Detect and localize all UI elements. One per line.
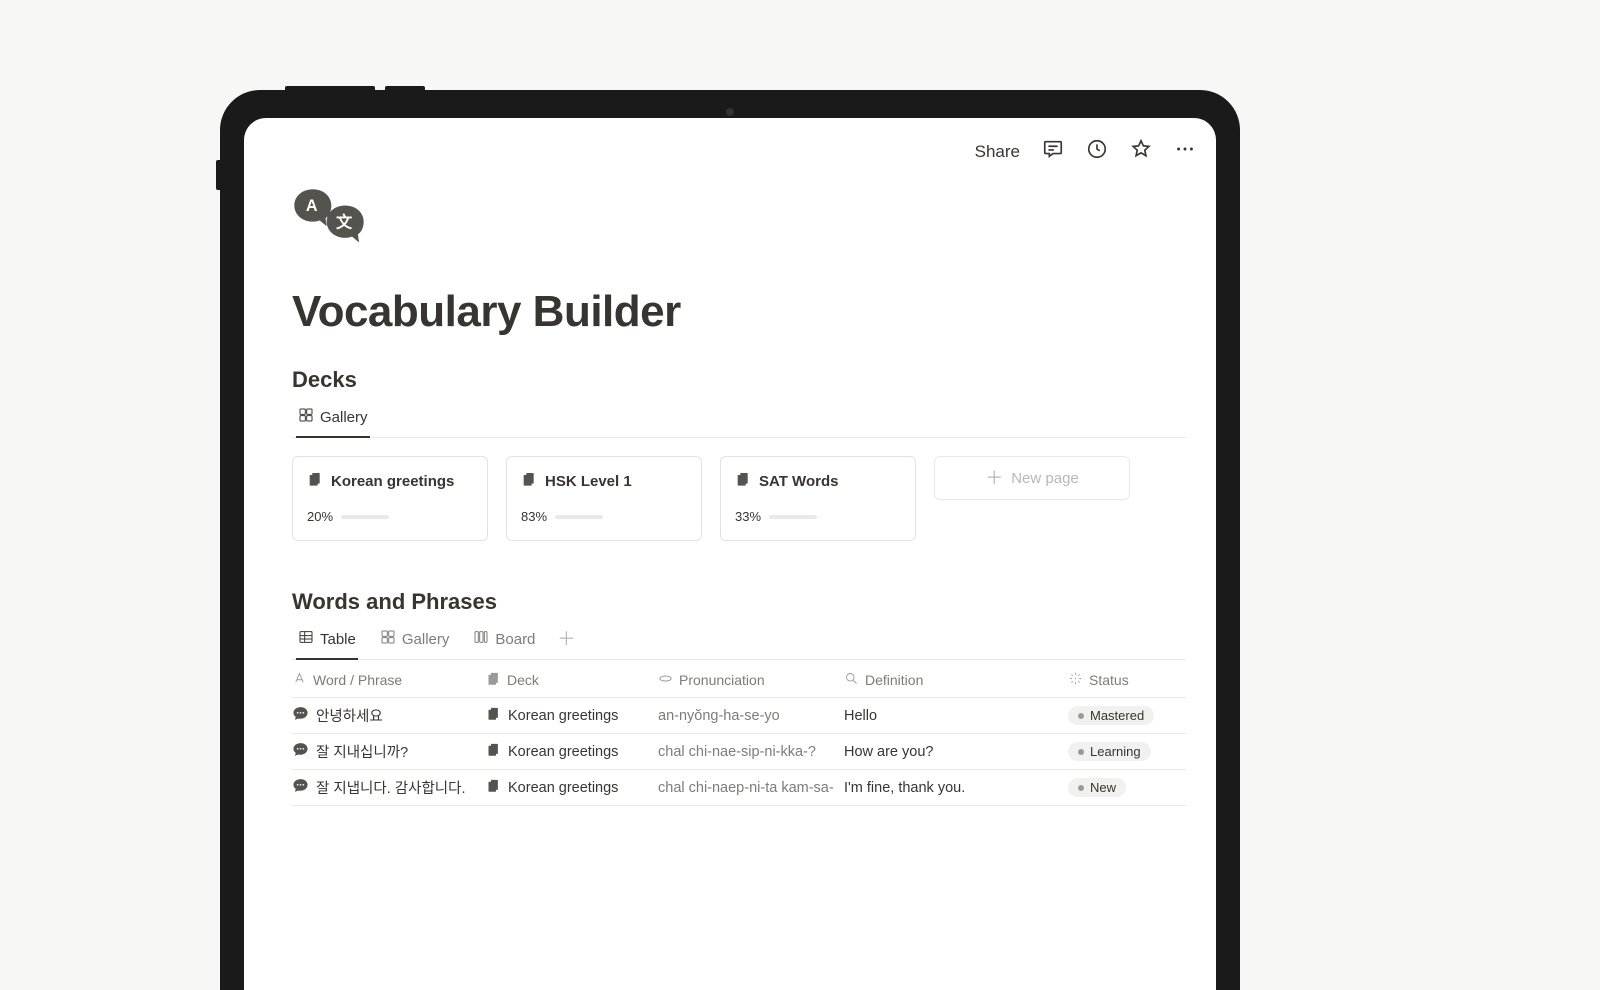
- words-view-tabs: Table Gallery Board ＋: [292, 629, 1186, 660]
- tab-label: Gallery: [320, 409, 368, 426]
- table-icon: [298, 629, 314, 649]
- status-label: Mastered: [1090, 708, 1144, 723]
- col-header-definition[interactable]: Definition: [844, 671, 1068, 689]
- gallery-icon: [298, 407, 314, 427]
- comments-icon[interactable]: [1042, 138, 1064, 165]
- chat-icon: [292, 777, 309, 798]
- col-header-word[interactable]: Word / Phrase: [292, 671, 486, 689]
- decks-heading: Decks: [292, 367, 1186, 393]
- add-view-button[interactable]: ＋: [557, 630, 575, 648]
- deck-icon: [486, 742, 501, 761]
- deck-percent: 83%: [521, 509, 547, 524]
- more-icon[interactable]: [1174, 138, 1196, 165]
- chat-icon: [292, 705, 309, 726]
- deck-title: Korean greetings: [331, 473, 454, 490]
- tab-table[interactable]: Table: [296, 629, 358, 649]
- tab-board[interactable]: Board: [471, 629, 537, 649]
- progress-bar: [769, 515, 817, 519]
- search-icon: [844, 671, 859, 689]
- word-text: 안녕하세요: [316, 705, 383, 726]
- page-content: A 文 Vocabulary Builder Decks Gallery: [292, 186, 1186, 806]
- deck-icon: [521, 471, 537, 491]
- table-header-row: Word / Phrase Deck Pronunciation Definit…: [292, 662, 1186, 698]
- deck-card-korean-greetings[interactable]: Korean greetings 20%: [292, 456, 488, 541]
- history-icon[interactable]: [1086, 138, 1108, 165]
- status-label: New: [1090, 780, 1116, 795]
- word-text: 잘 지냅니다. 감사합니다.: [316, 777, 466, 798]
- tablet-frame: Share A 文 Vocab: [220, 90, 1240, 990]
- tab-gallery[interactable]: Gallery: [378, 629, 452, 649]
- status-badge[interactable]: New: [1068, 778, 1126, 797]
- deck-percent: 20%: [307, 509, 333, 524]
- table-row[interactable]: 잘 지냅니다. 감사합니다. Korean greetings chal chi…: [292, 770, 1186, 806]
- definition-text: How are you?: [844, 744, 933, 760]
- plus-icon: ＋: [985, 469, 1003, 487]
- status-badge[interactable]: Mastered: [1068, 706, 1154, 725]
- pronunciation-text: chal chi-nae-sip-ni-kka-?: [658, 744, 816, 760]
- col-header-label: Definition: [865, 672, 923, 688]
- deck-icon: [486, 778, 501, 797]
- text-icon: [292, 671, 307, 689]
- deck-icon: [486, 671, 501, 689]
- pronunciation-text: chal chi-naep-ni-ta kam-sa-: [658, 780, 834, 796]
- decks-gallery: Korean greetings 20% HSK Level 1 83%: [292, 456, 1186, 541]
- tablet-camera: [726, 108, 734, 116]
- word-text: 잘 지내십니까?: [316, 741, 408, 762]
- deck-link[interactable]: Korean greetings: [508, 744, 618, 760]
- col-header-status[interactable]: Status: [1068, 671, 1176, 689]
- tablet-button-top-2: [385, 86, 425, 90]
- gallery-icon: [380, 629, 396, 649]
- table-row[interactable]: 잘 지내십니까? Korean greetings chal chi-nae-s…: [292, 734, 1186, 770]
- deck-icon: [307, 471, 323, 491]
- col-header-deck[interactable]: Deck: [486, 671, 658, 689]
- star-icon[interactable]: [1130, 138, 1152, 165]
- deck-card-sat-words[interactable]: SAT Words 33%: [720, 456, 916, 541]
- col-header-label: Word / Phrase: [313, 672, 402, 688]
- tablet-button-top: [285, 86, 375, 90]
- col-header-pronunciation[interactable]: Pronunciation: [658, 671, 844, 689]
- status-icon: [1068, 671, 1083, 689]
- status-dot-icon: [1078, 749, 1084, 755]
- deck-title: HSK Level 1: [545, 473, 632, 490]
- deck-card-hsk-level-1[interactable]: HSK Level 1 83%: [506, 456, 702, 541]
- progress-bar: [555, 515, 603, 519]
- deck-icon: [735, 471, 751, 491]
- status-label: Learning: [1090, 744, 1141, 759]
- col-header-label: Deck: [507, 672, 539, 688]
- svg-text:A: A: [306, 197, 318, 215]
- decks-view-tabs: Gallery: [292, 407, 1186, 438]
- pronunciation-icon: [658, 671, 673, 689]
- tablet-button-left: [216, 160, 220, 190]
- chat-icon: [292, 741, 309, 762]
- page-icon-translate[interactable]: A 文: [292, 186, 1186, 253]
- new-page-card[interactable]: ＋ New page: [934, 456, 1130, 500]
- col-header-label: Pronunciation: [679, 672, 765, 688]
- new-page-label: New page: [1011, 470, 1079, 487]
- deck-icon: [486, 706, 501, 725]
- col-header-label: Status: [1089, 672, 1129, 688]
- svg-text:文: 文: [336, 212, 353, 231]
- app-screen: Share A 文 Vocab: [244, 118, 1216, 990]
- deck-link[interactable]: Korean greetings: [508, 708, 618, 724]
- words-heading: Words and Phrases: [292, 589, 1186, 615]
- status-dot-icon: [1078, 713, 1084, 719]
- tab-label: Table: [320, 631, 356, 648]
- tab-label: Board: [495, 631, 535, 648]
- board-icon: [473, 629, 489, 649]
- definition-text: Hello: [844, 708, 877, 724]
- status-dot-icon: [1078, 785, 1084, 791]
- definition-text: I'm fine, thank you.: [844, 780, 965, 796]
- pronunciation-text: an-nyŏng-ha-se-yo: [658, 708, 780, 724]
- deck-percent: 33%: [735, 509, 761, 524]
- status-badge[interactable]: Learning: [1068, 742, 1151, 761]
- page-title[interactable]: Vocabulary Builder: [292, 287, 1186, 337]
- tab-label: Gallery: [402, 631, 450, 648]
- deck-link[interactable]: Korean greetings: [508, 780, 618, 796]
- share-button[interactable]: Share: [975, 142, 1020, 162]
- deck-title: SAT Words: [759, 473, 838, 490]
- table-row[interactable]: 안녕하세요 Korean greetings an-nyŏng-ha-se-yo…: [292, 698, 1186, 734]
- top-bar: Share: [975, 138, 1196, 165]
- tab-gallery[interactable]: Gallery: [296, 407, 370, 427]
- progress-bar: [341, 515, 389, 519]
